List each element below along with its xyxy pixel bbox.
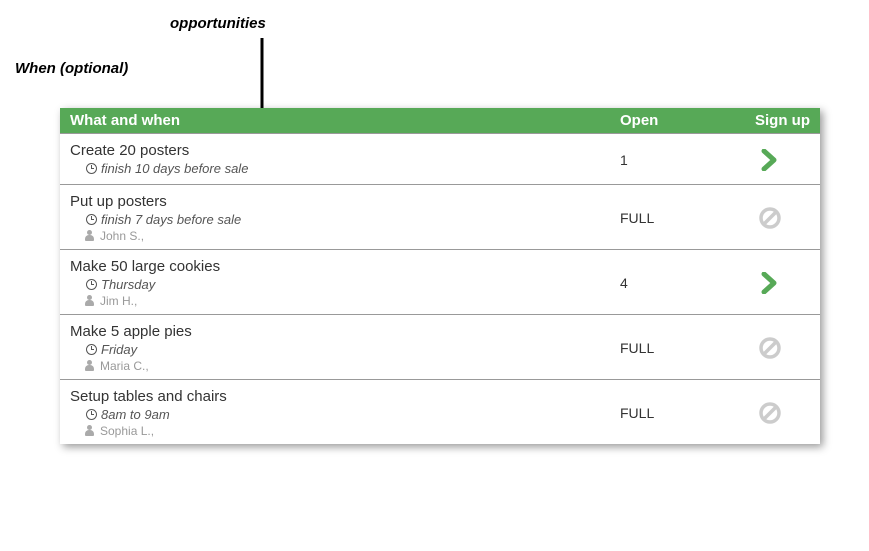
prohibit-icon [758,206,782,230]
chevron-right-icon [760,272,780,294]
signup-action[interactable] [730,272,810,294]
task-when-text: Thursday [101,277,155,292]
task-title: Make 50 large cookies [70,258,620,275]
table-row: Create 20 posters finish 10 days before … [60,133,820,184]
task-title: Create 20 posters [70,142,620,159]
clock-icon [86,279,97,290]
person-icon [84,425,96,437]
table-header: What and when Open Sign up [60,108,820,133]
task-who-text: Sophia L., [100,424,154,438]
task-who: John S., [84,229,620,243]
task-open: 4 [620,275,730,291]
task-when: Friday [86,342,620,357]
task-who: Maria C., [84,359,620,373]
task-who-text: John S., [100,229,144,243]
clock-icon [86,344,97,355]
task-open: FULL [620,210,730,226]
task-title: Put up posters [70,193,620,210]
prohibit-icon [758,336,782,360]
task-who: Sophia L., [84,424,620,438]
task-when: finish 7 days before sale [86,212,620,227]
table-row: Make 50 large cookies Thursday Jim H., 4 [60,249,820,314]
annotation-top-line2: opportunities [170,15,266,32]
task-title: Make 5 apple pies [70,323,620,340]
task-open: 1 [620,152,730,168]
task-title: Setup tables and chairs [70,388,620,405]
person-icon [84,295,96,307]
task-open: FULL [620,340,730,356]
clock-icon [86,163,97,174]
task-who-text: Jim H., [100,294,137,308]
task-open: FULL [620,405,730,421]
table-row: Make 5 apple pies Friday Maria C., FULL [60,314,820,379]
task-who-text: Maria C., [100,359,149,373]
task-when-text: 8am to 9am [101,407,170,422]
task-who: Jim H., [84,294,620,308]
annotation-left: When (optional) [15,60,128,77]
task-when: Thursday [86,277,620,292]
signup-action[interactable] [730,149,810,171]
prohibit-icon [758,401,782,425]
task-when: finish 10 days before sale [86,161,620,176]
person-icon [84,230,96,242]
header-open: Open [620,112,730,129]
clock-icon [86,214,97,225]
task-when-text: finish 7 days before sale [101,212,241,227]
signup-full [730,206,810,230]
signup-table: What and when Open Sign up Create 20 pos… [60,108,820,444]
table-row: Setup tables and chairs 8am to 9am Sophi… [60,379,820,444]
table-row: Put up posters finish 7 days before sale… [60,184,820,249]
header-signup: Sign up [730,112,810,129]
task-when: 8am to 9am [86,407,620,422]
clock-icon [86,409,97,420]
person-icon [84,360,96,372]
task-when-text: Friday [101,342,137,357]
header-what-when: What and when [70,112,620,129]
chevron-right-icon [760,149,780,171]
task-when-text: finish 10 days before sale [101,161,248,176]
signup-full [730,336,810,360]
annotation-top: opportunities [170,15,266,32]
signup-full [730,401,810,425]
